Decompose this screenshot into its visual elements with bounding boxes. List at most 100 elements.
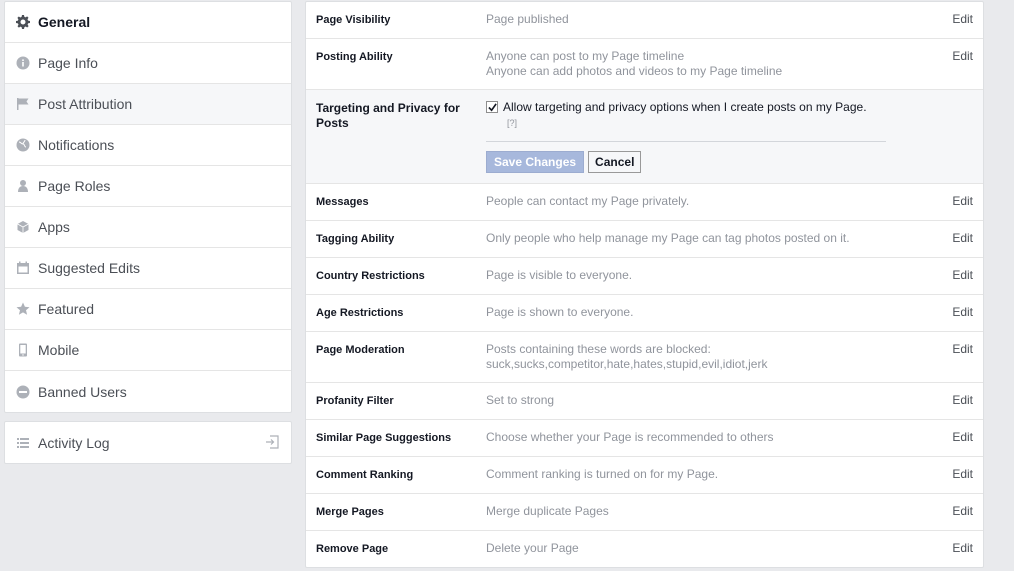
setting-row-posting-ability[interactable]: Posting Ability Anyone can post to my Pa…	[306, 39, 983, 90]
setting-label: Posting Ability	[316, 51, 393, 63]
edit-link[interactable]: Edit	[943, 342, 973, 372]
sidebar-item-label: Activity Log	[38, 434, 110, 451]
setting-label: Page Moderation	[316, 344, 405, 356]
setting-value-text: Page published	[486, 12, 569, 26]
settings-sidebar: General Page Info Post Attribution Notif…	[4, 1, 292, 413]
setting-value: Choose whether your Page is recommended …	[486, 430, 943, 446]
edit-link[interactable]: Edit	[943, 305, 973, 321]
targeting-checkbox[interactable]	[486, 101, 498, 113]
sidebar-item-notifications[interactable]: Notifications	[5, 125, 291, 166]
sidebar-item-post-attribution[interactable]: Post Attribution	[5, 84, 291, 125]
save-changes-button[interactable]: Save Changes	[486, 151, 585, 173]
sidebar-item-label: Page Roles	[38, 178, 111, 194]
setting-row-comment-ranking[interactable]: Comment Ranking Comment ranking is turne…	[306, 457, 983, 494]
flag-icon	[16, 97, 30, 111]
calendar-icon	[16, 261, 30, 275]
setting-value: Page is visible to everyone.	[486, 268, 943, 284]
edit-link[interactable]: Edit	[943, 467, 973, 483]
setting-row-similar-page-suggestions[interactable]: Similar Page Suggestions Choose whether …	[306, 420, 983, 457]
setting-value: Comment ranking is turned on for my Page…	[486, 467, 943, 483]
setting-value-text-2: Anyone can add photos and videos to my P…	[486, 64, 783, 78]
setting-value: Merge duplicate Pages	[486, 504, 943, 520]
sidebar-item-label: Apps	[38, 219, 70, 235]
sidebar-item-label: Featured	[38, 301, 95, 317]
setting-value: Anyone can post to my Page timeline Anyo…	[486, 49, 943, 79]
sidebar-item-label: Banned Users	[38, 383, 127, 400]
exit-icon	[265, 435, 279, 449]
setting-value: Delete your Page	[486, 541, 943, 557]
setting-row-profanity-filter[interactable]: Profanity Filter Set to strong Edit	[306, 383, 983, 420]
setting-row-page-visibility[interactable]: Page Visibility Page published Edit	[306, 2, 983, 39]
cube-icon	[16, 220, 30, 234]
setting-value-text: Comment ranking is turned on for my Page…	[486, 467, 719, 481]
setting-value: Posts containing these words are blocked…	[486, 342, 943, 372]
setting-value-text: Anyone can post to my Page timeline	[486, 49, 685, 63]
setting-editor: Allow targeting and privacy options when…	[486, 100, 973, 173]
setting-label: Comment Ranking	[316, 469, 414, 481]
setting-row-messages[interactable]: Messages People can contact my Page priv…	[306, 184, 983, 221]
setting-value: People can contact my Page privately.	[486, 194, 943, 210]
setting-row-country-restrictions[interactable]: Country Restrictions Page is visible to …	[306, 258, 983, 295]
setting-value-text: Page is shown to everyone.	[486, 305, 634, 319]
setting-value-text: Posts containing these words are blocked…	[486, 342, 711, 356]
sidebar-item-label: Mobile	[38, 342, 80, 358]
setting-label: Merge Pages	[316, 506, 384, 518]
setting-row-merge-pages[interactable]: Merge Pages Merge duplicate Pages Edit	[306, 494, 983, 531]
setting-row-targeting-privacy: Targeting and Privacy for Posts Allow ta…	[306, 90, 983, 184]
edit-link[interactable]: Edit	[943, 504, 973, 520]
setting-value: Page published	[486, 12, 943, 28]
sidebar-item-mobile[interactable]: Mobile	[5, 330, 291, 371]
person-icon	[16, 179, 30, 193]
sidebar-item-activity-log[interactable]: Activity Log	[5, 422, 291, 463]
button-group: Save Changes Cancel	[486, 151, 973, 173]
setting-label: Targeting and Privacy for Posts	[316, 101, 460, 130]
sidebar-item-general[interactable]: General	[5, 2, 291, 43]
setting-value-text: Delete your Page	[486, 541, 579, 555]
edit-link[interactable]: Edit	[943, 49, 973, 79]
activity-log-panel: Activity Log	[4, 421, 292, 464]
edit-link[interactable]: Edit	[943, 393, 973, 409]
setting-label: Messages	[316, 196, 369, 208]
sidebar-item-page-info[interactable]: Page Info	[5, 43, 291, 84]
sidebar-item-label: Post Attribution	[38, 96, 133, 112]
setting-row-age-restrictions[interactable]: Age Restrictions Page is shown to everyo…	[306, 295, 983, 332]
edit-link[interactable]: Edit	[943, 541, 973, 557]
sidebar-item-suggested-edits[interactable]: Suggested Edits	[5, 248, 291, 289]
phone-icon	[16, 343, 30, 357]
edit-link[interactable]: Edit	[943, 194, 973, 210]
help-link[interactable]: [?]	[507, 116, 973, 131]
setting-row-page-moderation[interactable]: Page Moderation Posts containing these w…	[306, 332, 983, 383]
info-icon	[16, 56, 30, 70]
setting-label: Remove Page	[316, 543, 389, 555]
checkbox-label: Allow targeting and privacy options when…	[503, 100, 867, 114]
setting-value: Set to strong	[486, 393, 943, 409]
setting-value-text: Merge duplicate Pages	[486, 504, 609, 518]
setting-value-text: Choose whether your Page is recommended …	[486, 430, 774, 444]
setting-value-text: Set to strong	[486, 393, 555, 407]
checkmark-icon	[487, 102, 497, 111]
edit-link[interactable]: Edit	[943, 430, 973, 446]
list-icon	[16, 436, 30, 450]
setting-value-text: Only people who help manage my Page can …	[486, 231, 850, 245]
cancel-button[interactable]: Cancel	[588, 151, 642, 173]
sidebar-item-apps[interactable]: Apps	[5, 207, 291, 248]
edit-link[interactable]: Edit	[943, 268, 973, 284]
settings-panel: Page Visibility Page published Edit Post…	[305, 1, 984, 568]
setting-label: Page Visibility	[316, 14, 391, 26]
divider	[486, 141, 886, 142]
edit-link[interactable]: Edit	[943, 231, 973, 247]
setting-value: Only people who help manage my Page can …	[486, 231, 943, 247]
setting-row-tagging-ability[interactable]: Tagging Ability Only people who help man…	[306, 221, 983, 258]
edit-link[interactable]: Edit	[943, 12, 973, 28]
setting-label: Tagging Ability	[316, 233, 395, 245]
setting-row-remove-page[interactable]: Remove Page Delete your Page Edit	[306, 531, 983, 567]
sidebar-item-banned-users[interactable]: Banned Users	[5, 371, 291, 412]
sidebar-item-featured[interactable]: Featured	[5, 289, 291, 330]
sidebar-item-label: Page Info	[38, 55, 98, 71]
setting-value: Page is shown to everyone.	[486, 305, 943, 321]
star-icon	[16, 302, 30, 316]
setting-value-text: People can contact my Page privately.	[486, 194, 690, 208]
sidebar-item-page-roles[interactable]: Page Roles	[5, 166, 291, 207]
targeting-checkbox-line[interactable]: Allow targeting and privacy options when…	[486, 100, 973, 115]
gear-icon	[16, 15, 30, 29]
